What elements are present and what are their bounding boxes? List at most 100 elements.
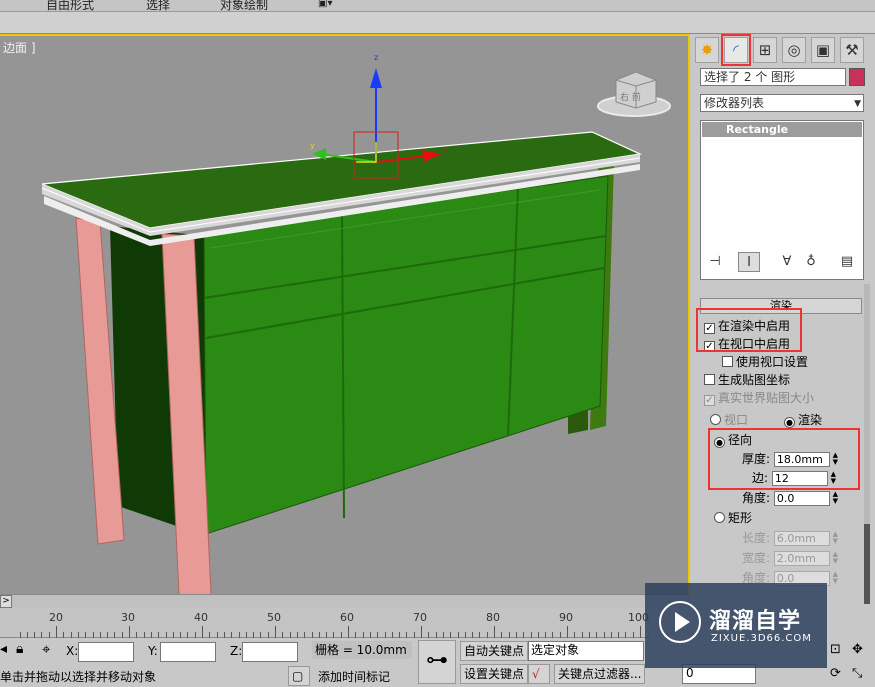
viewcube[interactable]: 右 前 [597, 71, 671, 117]
watermark-title: 溜溜自学 [709, 609, 802, 634]
set-key-button[interactable]: 设置关键点 [460, 664, 529, 684]
command-panel: ✸ ◜ ⊞ ◎ ▣ ⚒ 选择了 2 个 图形 修改器列表 ▼ Rectangle… [692, 34, 875, 604]
utilities-icon[interactable]: ⚒ [840, 37, 864, 63]
track-bar[interactable]: 20 30 40 50 60 70 80 90 100 [0, 608, 650, 638]
configure-sets-icon[interactable]: ▤ [836, 252, 858, 272]
stack-item-rectangle[interactable]: Rectangle [702, 122, 862, 137]
angle-value[interactable]: 0.0 [773, 491, 830, 506]
hierarchy-icon[interactable]: ⊞ [753, 37, 777, 63]
angle-spinner[interactable]: 角度: 0.0 ▲ ▼ [742, 490, 840, 506]
show-end-result-icon[interactable]: Ⅰ [738, 252, 760, 272]
watermark-subtitle: ZIXUE.3D66.COM [711, 633, 812, 644]
make-unique-icon[interactable]: ∀ [776, 252, 798, 272]
sides-spinner[interactable]: 边: 12 ▲ ▼ [752, 470, 838, 486]
sides-label: 边: [752, 471, 769, 485]
grid-size-display: 栅格 = 10.0mm [312, 641, 412, 659]
remove-modifier-icon[interactable]: ♁ [800, 252, 822, 272]
thickness-value[interactable]: 18.0mm [773, 452, 830, 467]
menu-dropdown-icon[interactable]: ▣▾ [318, 0, 332, 9]
timeline-tick [348, 626, 349, 638]
pin-stack-icon[interactable]: ⊣ [704, 252, 726, 272]
auto-key-button[interactable]: 自动关键点 [460, 641, 529, 661]
y-coord-field[interactable] [160, 642, 216, 662]
length-value[interactable]: 6.0mm [773, 531, 830, 546]
use-viewport-settings-checkbox[interactable]: 使用视口设置 [722, 354, 808, 370]
timeline-tick [421, 626, 422, 638]
rectangular-radio[interactable]: 矩形 [714, 510, 752, 526]
tick-label: 30 [121, 611, 135, 624]
zoom-extents-icon[interactable]: ⊡ [830, 642, 841, 657]
key-set-label: 选定对象 [531, 643, 580, 657]
menu-item-object-paint[interactable]: 对象绘制 [220, 0, 268, 11]
tick-label: 80 [486, 611, 500, 624]
radial-label: 径向 [728, 433, 753, 447]
gen-mapping-coords-label: 生成贴图坐标 [718, 373, 791, 387]
real-world-map-size-checkbox[interactable]: ✓ 真实世界贴图大小 [704, 390, 814, 406]
z-coord-field[interactable] [242, 642, 298, 662]
scrollbar-thumb[interactable] [864, 524, 870, 604]
rectangular-label: 矩形 [728, 511, 753, 525]
key-filters-button[interactable]: 关键点过滤器... [554, 664, 646, 684]
timeline-tick [494, 626, 495, 638]
time-slider-arrow-icon[interactable]: > [0, 595, 12, 608]
key-icon[interactable]: ⊶ [418, 640, 456, 684]
render-radio-label: 渲染 [798, 413, 823, 427]
spinner-arrows-icon[interactable]: ▲ ▼ [831, 452, 840, 467]
length-label: 长度: [742, 531, 771, 545]
selection-name-field[interactable]: 选择了 2 个 图形 [700, 68, 846, 86]
key-mode-icon[interactable]: √ [528, 664, 550, 684]
viewport-radio[interactable]: 视口 [710, 412, 748, 428]
render-radio[interactable]: ● 渲染 [784, 412, 822, 428]
panel-scrollbar[interactable] [864, 284, 870, 604]
angle-label: 角度: [742, 491, 771, 505]
spinner-arrows-icon[interactable]: ▲ ▼ [831, 531, 840, 546]
selection-lock-icon[interactable]: ◂ [0, 641, 7, 657]
width-label: 宽度: [742, 551, 771, 565]
enable-in-renderer-checkbox[interactable]: ✓ 在渲染中启用 [704, 318, 790, 334]
width-value[interactable]: 2.0mm [773, 551, 830, 566]
spinner-arrows-icon[interactable]: ▲ ▼ [831, 491, 840, 506]
tick-label: 40 [194, 611, 208, 624]
orbit-icon[interactable]: ⟳ [830, 666, 841, 681]
maximize-viewport-icon[interactable]: ⤡ [852, 666, 862, 681]
menu-item-selection[interactable]: 选择 [146, 0, 170, 11]
viewcube-label: 右 前 [620, 91, 641, 103]
lock-icon[interactable]: 🔒︎ [16, 641, 23, 657]
length-spinner[interactable]: 长度: 6.0mm ▲ ▼ [742, 530, 840, 546]
spinner-arrows-icon[interactable]: ▲ ▼ [831, 571, 840, 586]
display-icon[interactable]: ▣ [811, 37, 835, 63]
create-icon[interactable]: ✸ [695, 37, 719, 63]
enable-in-renderer-label: 在渲染中启用 [718, 319, 791, 333]
absolute-mode-icon[interactable]: ⌖ [42, 640, 50, 658]
menu-item-freeform[interactable]: 自由形式 [46, 0, 94, 11]
viewport-radio-label: 视口 [724, 413, 749, 427]
perspective-viewport[interactable]: z x y 右 前 边面 ] [0, 34, 690, 594]
spinner-arrows-icon[interactable]: ▲ ▼ [829, 471, 838, 486]
rendering-rollout-header[interactable]: 渲染 [700, 298, 862, 314]
add-time-tag-label[interactable]: 添加时间标记 [318, 668, 390, 685]
watermark: 溜溜自学 ZIXUE.3D66.COM [645, 583, 827, 668]
modifier-list-dropdown[interactable]: 修改器列表 ▼ [700, 94, 864, 112]
time-slider[interactable]: > [0, 594, 690, 608]
key-set-dropdown[interactable]: 选定对象 [528, 641, 644, 661]
pan-icon[interactable]: ✥ [852, 642, 863, 657]
tick-label: 50 [267, 611, 281, 624]
x-coord-field[interactable] [78, 642, 134, 662]
motion-icon[interactable]: ◎ [782, 37, 806, 63]
timeline-tick [202, 626, 203, 638]
svg-text:x: x [444, 145, 449, 154]
time-tag-icon[interactable]: ▢ [288, 666, 310, 686]
radial-radio[interactable]: ● 径向 [714, 432, 752, 448]
gen-mapping-coords-checkbox[interactable]: 生成贴图坐标 [704, 372, 790, 388]
spinner-arrows-icon[interactable]: ▲ ▼ [831, 551, 840, 566]
thickness-spinner[interactable]: 厚度: 18.0mm ▲ ▼ [742, 451, 840, 467]
width-spinner[interactable]: 宽度: 2.0mm ▲ ▼ [742, 550, 840, 566]
sides-value[interactable]: 12 [771, 471, 828, 486]
timeline-tick [640, 626, 641, 638]
enable-in-viewport-checkbox[interactable]: ✓ 在视口中启用 [704, 336, 790, 352]
modify-icon[interactable]: ◜ [724, 37, 748, 63]
timeline-tick [56, 626, 57, 638]
viewport-label[interactable]: 边面 ] [3, 39, 36, 56]
object-color-swatch[interactable] [849, 68, 865, 86]
z-label: Z: [230, 644, 243, 658]
